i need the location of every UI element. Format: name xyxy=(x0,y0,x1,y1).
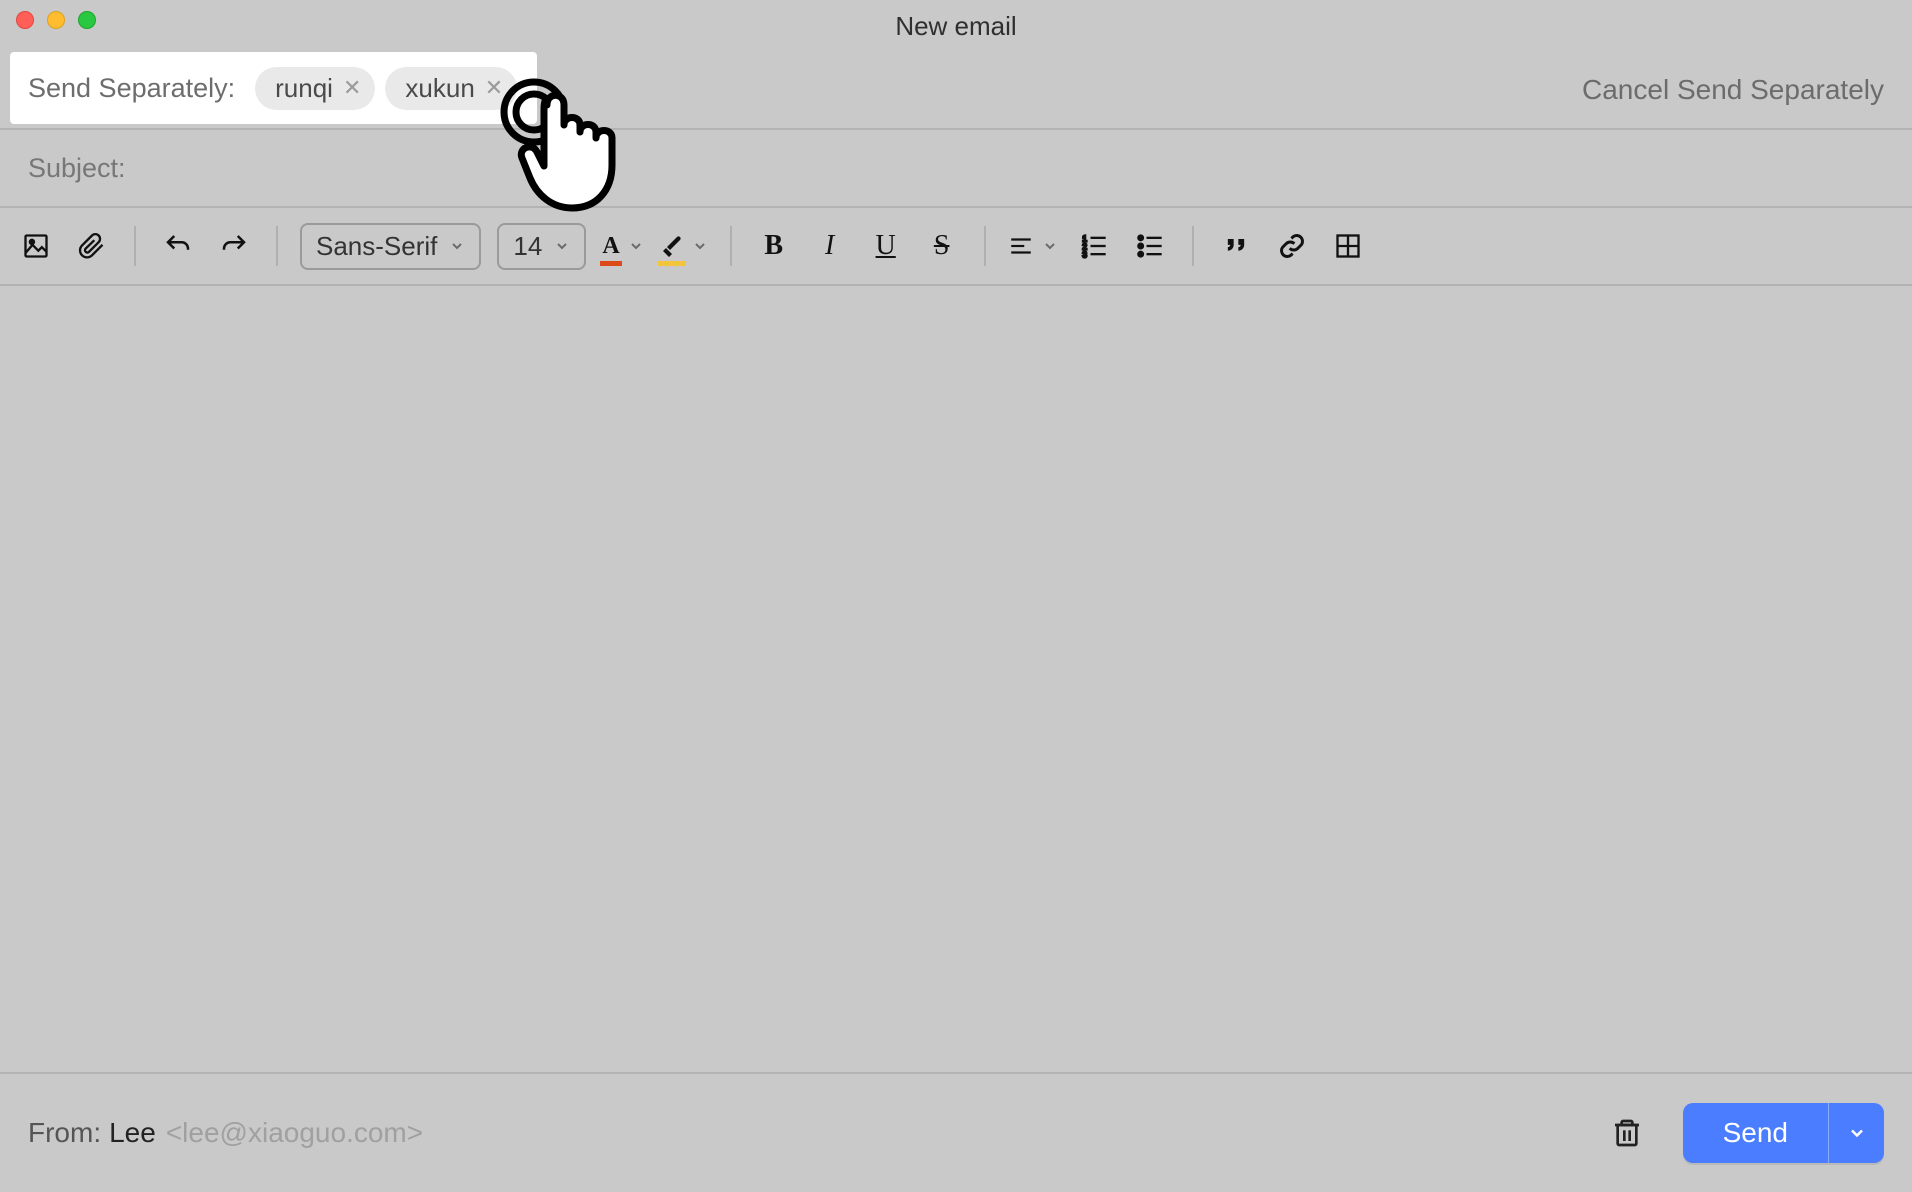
chevron-down-icon xyxy=(1042,238,1058,254)
svg-text:3: 3 xyxy=(1082,251,1087,260)
window-controls xyxy=(16,11,96,29)
send-button-label: Send xyxy=(1723,1117,1788,1149)
font-family-value: Sans-Serif xyxy=(316,231,437,262)
recipient-name: runqi xyxy=(275,73,333,104)
insert-image-icon[interactable] xyxy=(16,226,56,266)
cancel-send-separately-link[interactable]: Cancel Send Separately xyxy=(1582,74,1884,106)
remove-recipient-icon[interactable]: ✕ xyxy=(343,75,361,101)
from-name: Lee xyxy=(109,1117,156,1149)
highlight-icon xyxy=(660,234,684,258)
highlight-color-button[interactable] xyxy=(660,226,708,266)
chevron-down-icon xyxy=(628,238,644,254)
bottom-bar: From: Lee <lee@xiaoguo.com> Send xyxy=(0,1072,1912,1192)
chevron-down-icon xyxy=(449,238,465,254)
titlebar: New email xyxy=(0,0,1912,52)
font-size-select[interactable]: 14 xyxy=(497,223,586,270)
chevron-down-icon xyxy=(692,238,708,254)
italic-button[interactable]: I xyxy=(810,226,850,266)
send-separately-label: Send Separately: xyxy=(28,73,235,104)
undo-icon[interactable] xyxy=(158,226,198,266)
separator xyxy=(984,226,986,266)
attachment-icon[interactable] xyxy=(72,226,112,266)
formatting-toolbar: Sans-Serif 14 A B I U S xyxy=(0,208,1912,286)
strikethrough-button[interactable]: S xyxy=(922,226,962,266)
font-size-value: 14 xyxy=(513,231,542,262)
unordered-list-button[interactable] xyxy=(1130,226,1170,266)
recipients-field[interactable]: Send Separately: runqi ✕ xukun ✕ xyxy=(10,52,537,124)
recipient-chip[interactable]: runqi ✕ xyxy=(255,67,375,110)
bold-button[interactable]: B xyxy=(754,226,794,266)
send-separately-row: Send Separately: runqi ✕ xukun ✕ Cancel … xyxy=(0,52,1912,130)
send-button[interactable]: Send xyxy=(1683,1103,1828,1163)
window-title: New email xyxy=(0,11,1912,42)
text-color-button[interactable]: A xyxy=(602,226,643,266)
close-window-button[interactable] xyxy=(16,11,34,29)
subject-label: Subject: xyxy=(28,153,126,184)
recipient-name: xukun xyxy=(405,73,474,104)
from-email: <lee@xiaoguo.com> xyxy=(166,1117,423,1149)
text-color-icon: A xyxy=(602,233,619,260)
separator xyxy=(730,226,732,266)
recipient-chip[interactable]: xukun ✕ xyxy=(385,67,517,110)
chevron-down-icon xyxy=(554,238,570,254)
font-family-select[interactable]: Sans-Serif xyxy=(300,223,481,270)
from-label: From: xyxy=(28,1117,101,1149)
email-body-editor[interactable] xyxy=(0,286,1912,1146)
separator xyxy=(134,226,136,266)
redo-icon[interactable] xyxy=(214,226,254,266)
send-options-button[interactable] xyxy=(1828,1103,1884,1163)
minimize-window-button[interactable] xyxy=(47,11,65,29)
subject-row[interactable]: Subject: xyxy=(0,130,1912,208)
send-button-group: Send xyxy=(1683,1103,1884,1163)
separator xyxy=(1192,226,1194,266)
insert-link-button[interactable] xyxy=(1272,226,1312,266)
discard-draft-button[interactable] xyxy=(1611,1117,1643,1149)
blockquote-button[interactable] xyxy=(1216,226,1256,266)
insert-table-button[interactable] xyxy=(1328,226,1368,266)
maximize-window-button[interactable] xyxy=(78,11,96,29)
align-button[interactable] xyxy=(1008,226,1058,266)
ordered-list-button[interactable]: 123 xyxy=(1074,226,1114,266)
underline-button[interactable]: U xyxy=(866,226,906,266)
remove-recipient-icon[interactable]: ✕ xyxy=(485,75,503,101)
separator xyxy=(276,226,278,266)
